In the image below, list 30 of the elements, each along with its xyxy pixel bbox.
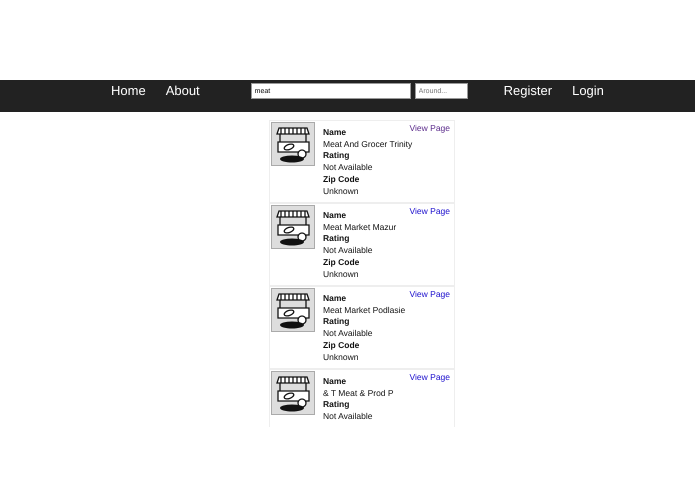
field-label: Name — [323, 293, 348, 305]
field-value: Unknown — [323, 352, 360, 364]
view-page-link[interactable]: View Page — [410, 372, 450, 382]
field-value: Not Available — [323, 411, 374, 423]
field-value: Not Available — [323, 245, 374, 257]
field-label: Name — [323, 210, 348, 222]
field-label: Rating — [323, 399, 350, 412]
nav-link[interactable]: About — [166, 83, 200, 98]
field-label: Zip Code — [323, 256, 360, 269]
field-value: Not Available — [323, 328, 374, 340]
field-value: Meat Market Podlasie — [323, 304, 406, 316]
field-value: Unknown — [323, 268, 360, 280]
nav-link[interactable]: Home — [111, 83, 146, 98]
field-value: Meat And Grocer Trinity — [323, 138, 412, 150]
field-label: Rating — [323, 316, 350, 328]
field-label: Rating — [323, 233, 350, 246]
view-page-link[interactable]: View Page — [410, 289, 450, 299]
view-page-link[interactable]: View Page — [410, 123, 450, 133]
nav-link[interactable]: Login — [572, 83, 604, 98]
field-label: Rating — [323, 150, 350, 162]
field-label: Zip Code — [323, 174, 360, 186]
field-label: Name — [323, 127, 348, 139]
nav-link[interactable]: Register — [504, 83, 552, 98]
field-label: Zip Code — [323, 340, 360, 352]
view-page-link[interactable]: View Page — [410, 206, 450, 216]
field-value: Meat Market Mazur — [323, 222, 396, 234]
field-value: Not Available — [323, 162, 374, 174]
field-value: & T Meat & Prod P — [323, 388, 394, 400]
field-value: Unknown — [323, 186, 360, 198]
field-label: Name — [323, 376, 348, 388]
